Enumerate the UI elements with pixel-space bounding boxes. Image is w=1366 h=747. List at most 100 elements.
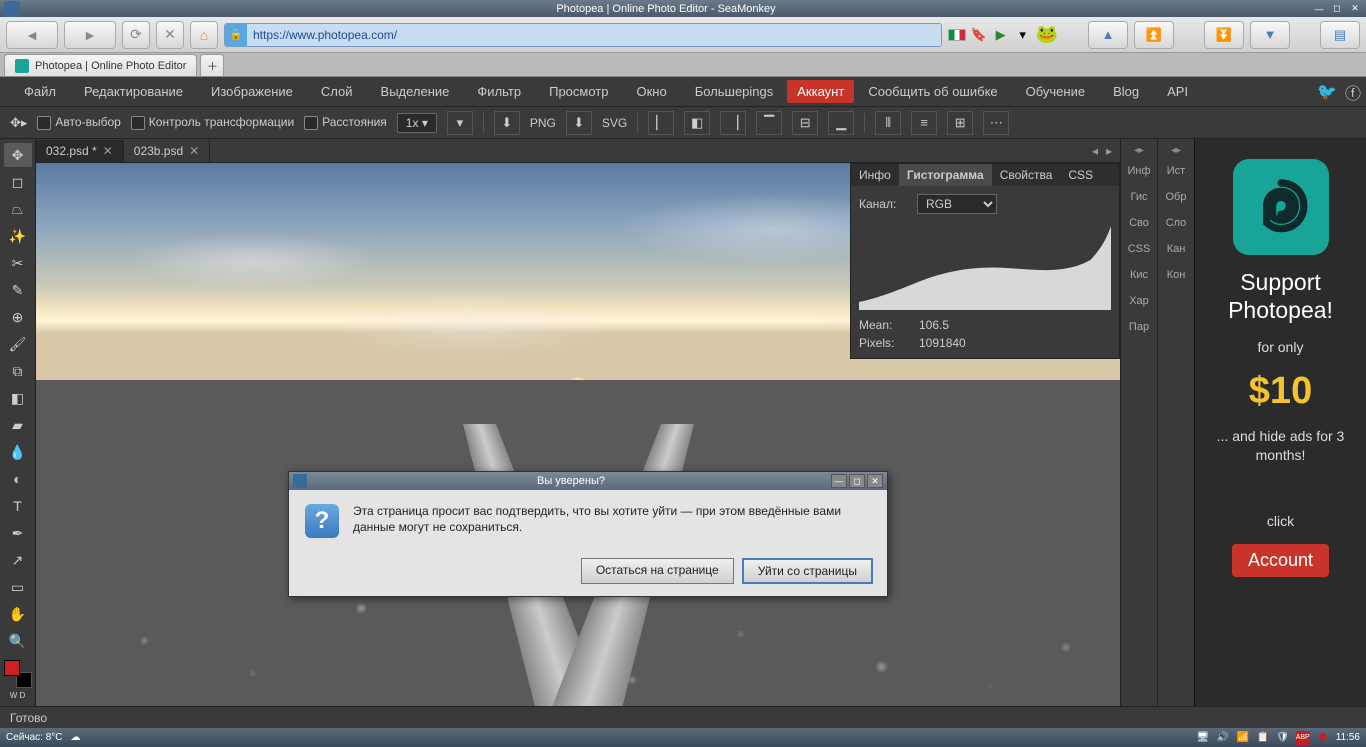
- browser-new-tab-button[interactable]: ＋: [200, 54, 224, 76]
- opt-auto-select[interactable]: Авто-выбор: [37, 115, 120, 130]
- bookmark-icon[interactable]: 🔖: [970, 26, 988, 44]
- path-tool[interactable]: ↗: [4, 548, 32, 572]
- url-bar[interactable]: 🔒 https://www.photopea.com/: [224, 23, 942, 47]
- sc-brush[interactable]: Кис: [1121, 262, 1157, 288]
- distribute-h-button[interactable]: ⫴: [875, 111, 901, 135]
- menu-view[interactable]: Просмотр: [535, 78, 622, 105]
- zoom-tool[interactable]: 🔍: [4, 629, 32, 653]
- color-swatches[interactable]: [4, 660, 32, 688]
- blur-tool[interactable]: 💧: [4, 440, 32, 464]
- dialog-close-button[interactable]: ✕: [867, 474, 883, 488]
- sc-paragraph[interactable]: Пар: [1121, 314, 1157, 340]
- align-center-h-button[interactable]: ◧: [684, 111, 710, 135]
- align-bottom-button[interactable]: ▁: [828, 111, 854, 135]
- sc-css[interactable]: CSS: [1121, 236, 1157, 262]
- taskbar-clock[interactable]: 11:56: [1336, 732, 1360, 743]
- eraser-tool[interactable]: ◧: [4, 386, 32, 410]
- sc-history[interactable]: Ист: [1158, 158, 1194, 184]
- sc-properties[interactable]: Сво: [1121, 210, 1157, 236]
- dialog-maximize-button[interactable]: ◻: [849, 474, 865, 488]
- back-button[interactable]: ◄: [6, 21, 58, 49]
- export-svg-button[interactable]: ⬇: [566, 111, 592, 135]
- tray-clipboard-icon[interactable]: 📋: [1256, 731, 1270, 745]
- home-button[interactable]: ⌂: [190, 21, 218, 49]
- export-png-button[interactable]: ⬇: [494, 111, 520, 135]
- tray-abp-icon[interactable]: ABP: [1296, 731, 1310, 745]
- tray-volume-icon[interactable]: 🔊: [1216, 731, 1230, 745]
- doc-tabs-next-icon[interactable]: ▸: [1106, 144, 1112, 158]
- sc-layers[interactable]: Сло: [1158, 210, 1194, 236]
- align-top-button[interactable]: ▔: [756, 111, 782, 135]
- tray-stop-icon[interactable]: ⬣: [1316, 731, 1330, 745]
- tray-shield-icon[interactable]: 🛡: [1276, 731, 1290, 745]
- frog-icon[interactable]: 🐸: [1036, 24, 1058, 45]
- more-align-button[interactable]: ⋯: [983, 111, 1009, 135]
- clone-tool[interactable]: ⧉: [4, 359, 32, 383]
- shape-tool[interactable]: ▭: [4, 575, 32, 599]
- wand-tool[interactable]: ✨: [4, 224, 32, 248]
- scroll-bottom-button[interactable]: ▼: [1250, 21, 1290, 49]
- reload-button[interactable]: ⟳: [122, 21, 150, 49]
- flag-italy-icon[interactable]: [948, 29, 966, 41]
- os-close-button[interactable]: ✕: [1348, 3, 1362, 15]
- twitter-icon[interactable]: 🐦: [1314, 82, 1340, 102]
- menu-api[interactable]: API: [1153, 78, 1202, 105]
- channel-select[interactable]: RGB: [917, 194, 997, 214]
- panel-tab-histogram[interactable]: Гистограмма: [899, 164, 992, 186]
- distribute-spacing-button[interactable]: ⊞: [947, 111, 973, 135]
- panel-tab-properties[interactable]: Свойства: [992, 164, 1061, 186]
- gradient-tool[interactable]: ▰: [4, 413, 32, 437]
- dodge-tool[interactable]: ◐: [4, 467, 32, 491]
- menu-filter[interactable]: Фильтр: [463, 78, 535, 105]
- opt-distances[interactable]: Расстояния: [304, 115, 387, 130]
- menu-learn[interactable]: Обучение: [1012, 78, 1099, 105]
- panel-tab-css[interactable]: CSS: [1060, 164, 1101, 186]
- tray-monitor-icon[interactable]: 🖥: [1196, 731, 1210, 745]
- crop-tool[interactable]: ✂: [4, 251, 32, 275]
- expand-right-icon[interactable]: ◂▸: [1171, 143, 1181, 158]
- menu-window[interactable]: Окно: [622, 78, 680, 105]
- stay-button[interactable]: Остаться на странице: [581, 558, 734, 584]
- sc-channels[interactable]: Кан: [1158, 236, 1194, 262]
- menu-account[interactable]: Аккаунт: [787, 80, 854, 103]
- dialog-minimize-button[interactable]: —: [831, 474, 847, 488]
- canvas[interactable]: Инфо Гистограмма Свойства CSS Канал: RGB: [36, 163, 1120, 706]
- os-maximize-button[interactable]: ◻: [1330, 3, 1344, 15]
- url-text[interactable]: https://www.photopea.com/: [247, 24, 941, 46]
- opt-transform-controls[interactable]: Контроль трансформации: [131, 115, 294, 130]
- move-tool[interactable]: ✥: [4, 143, 32, 167]
- marquee-tool[interactable]: ◻: [4, 170, 32, 194]
- scroll-up-button[interactable]: ▲: [1088, 21, 1128, 49]
- menu-blog[interactable]: Blog: [1099, 78, 1153, 105]
- sc-info[interactable]: Инф: [1121, 158, 1157, 184]
- tray-network-icon[interactable]: 📶: [1236, 731, 1250, 745]
- scroll-top-button[interactable]: ⏫: [1134, 21, 1174, 49]
- sidebar-toggle-button[interactable]: ▤: [1320, 21, 1360, 49]
- zoom-select[interactable]: 1x ▾: [397, 113, 437, 133]
- zoom-menu-button[interactable]: ▾: [447, 111, 473, 135]
- forward-button[interactable]: ►: [64, 21, 116, 49]
- leave-button[interactable]: Уйти со страницы: [742, 558, 873, 584]
- sc-paths[interactable]: Кон: [1158, 262, 1194, 288]
- align-center-v-button[interactable]: ⊟: [792, 111, 818, 135]
- play-icon[interactable]: ▶: [992, 26, 1010, 44]
- brush-tool[interactable]: 🖌: [4, 332, 32, 356]
- sc-character[interactable]: Хар: [1121, 288, 1157, 314]
- foreground-swatch[interactable]: [4, 660, 20, 676]
- type-tool[interactable]: T: [4, 494, 32, 518]
- dropdown-icon[interactable]: ▾: [1014, 26, 1032, 44]
- menu-file[interactable]: Файл: [10, 78, 70, 105]
- sc-swatches[interactable]: Обр: [1158, 184, 1194, 210]
- eyedropper-tool[interactable]: ✎: [4, 278, 32, 302]
- facebook-icon[interactable]: ⓕ: [1340, 80, 1366, 104]
- browser-tab-photopea[interactable]: Photopea | Online Photo Editor: [4, 54, 197, 76]
- menu-more[interactable]: Большерings: [681, 78, 788, 105]
- weather-widget[interactable]: Сейчас: 8°C: [6, 732, 62, 743]
- pen-tool[interactable]: ✒: [4, 521, 32, 545]
- doc-tabs-prev-icon[interactable]: ◂: [1092, 144, 1098, 158]
- lasso-tool[interactable]: ⏢: [4, 197, 32, 221]
- sc-histogram[interactable]: Гис: [1121, 184, 1157, 210]
- dialog-titlebar[interactable]: Вы уверены? — ◻ ✕: [289, 472, 887, 490]
- align-left-button[interactable]: ▏: [648, 111, 674, 135]
- heal-tool[interactable]: ⊕: [4, 305, 32, 329]
